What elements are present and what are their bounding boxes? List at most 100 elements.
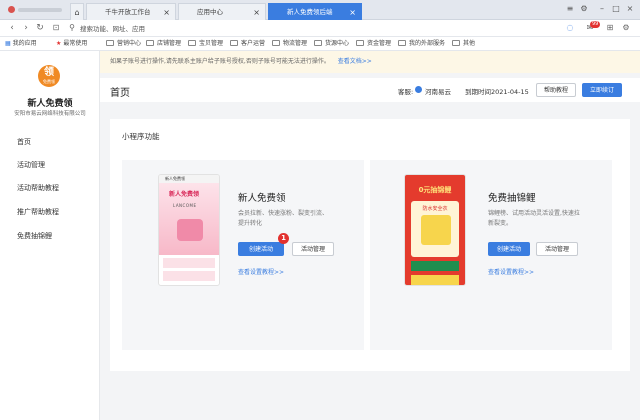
maximize-icon[interactable]: □ <box>610 2 622 16</box>
tab-label: 新人免费领后端 <box>287 8 333 16</box>
tab-label: 千牛开放工作台 <box>105 8 151 16</box>
step-badge: 1 <box>278 233 289 244</box>
bookmarks-bar: ▦ 我的应用 ★ 最常使用 营销中心 店铺管理 宝贝管理 客户运营 物流管理 货源中… <box>0 37 640 51</box>
settings-icon[interactable]: ⚙ <box>578 2 590 16</box>
notification-badge: 99 <box>590 21 601 28</box>
account-indicator[interactable] <box>8 5 66 15</box>
close-icon[interactable]: × <box>349 4 356 20</box>
menu-icon[interactable]: ≡ <box>564 2 576 16</box>
main-content: 如果子账号进行操作,请先联系主账户给子账号授权,否则子账号可能无法进行操作。 查… <box>100 51 640 420</box>
apps-icon[interactable]: ⊞ <box>604 22 616 34</box>
preview-brand: LANCOME <box>173 203 197 208</box>
view-setup-tutorial-link[interactable]: 查看设置教程>> <box>488 267 534 276</box>
panel-title: 小程序功能 <box>122 132 160 141</box>
bookmark-customers[interactable]: 客户运营 <box>230 39 265 49</box>
home-tab[interactable]: ⌂ <box>70 3 84 20</box>
folder-icon <box>398 40 406 46</box>
close-icon[interactable]: × <box>163 4 170 20</box>
company-name: 安阳市易云网络科技有限公司 <box>14 111 86 117</box>
folder-icon <box>272 40 280 46</box>
logo-subtext: 免费领 <box>43 79 55 84</box>
help-circle-icon[interactable]: ◌ <box>564 22 576 34</box>
settings-gear-icon[interactable]: ⚙ <box>620 22 632 34</box>
view-setup-tutorial-link[interactable]: 查看设置教程>> <box>238 267 284 276</box>
bookmark-other[interactable]: 其他 <box>452 39 475 49</box>
sidebar-item-koi-draw[interactable]: 免费抽锦鲤 <box>17 231 52 241</box>
minimize-icon[interactable]: – <box>596 2 608 16</box>
folder-icon <box>356 40 364 46</box>
product-image <box>177 219 203 241</box>
sidebar-item-activity-manage[interactable]: 活动管理 <box>17 160 45 170</box>
view-docs-link[interactable]: 查看文档>> <box>338 58 372 65</box>
preview-banner-title: 0元抽锦鲤 <box>418 186 452 194</box>
service-name[interactable]: 河南易云 <box>425 86 451 96</box>
sidebar-item-promo-help[interactable]: 推广帮助教程 <box>17 207 59 217</box>
bookmark-external[interactable]: 我的外部服务 <box>398 39 445 49</box>
avatar <box>8 6 15 13</box>
service-icon <box>415 86 422 93</box>
bookmark-my-apps[interactable]: ▦ 我的应用 <box>5 39 37 49</box>
address-bar: ‹ › ↻ ⊡ ⚲ 搜索功能、网址、应用 ◌ ✉ 99 ⊞ ⚙ <box>0 20 640 37</box>
sidebar: 领 免费领 新人免费领 安阳市易云网络科技有限公司 首页 活动管理 活动帮助教程… <box>0 51 100 420</box>
feature-panel: 小程序功能 新人免费领 新人免费领 LANCOME 新人免费领 会员拉新、快速涨… <box>110 119 630 371</box>
folder-icon <box>452 40 460 46</box>
phone-preview: 新人免费领 新人免费领 LANCOME <box>158 174 220 286</box>
preview-product-box: 防水安全衣 <box>411 201 459 257</box>
sidebar-item-home[interactable]: 首页 <box>17 137 31 147</box>
preview-banner: 新人免费领 LANCOME <box>159 183 219 255</box>
create-activity-button[interactable]: 创建活动 <box>238 242 284 256</box>
home-icon: ⌂ <box>74 8 80 17</box>
app-name: 新人免费领 <box>27 99 73 109</box>
refresh-icon[interactable]: ↻ <box>34 22 46 34</box>
search-icon: ⚲ <box>69 23 75 32</box>
sidebar-item-activity-help[interactable]: 活动帮助教程 <box>17 183 59 193</box>
preview-banner-title: 新人免费领 <box>169 191 200 198</box>
tab-app-center[interactable]: 应用中心 × <box>178 3 266 20</box>
page-title: 首页 <box>110 88 130 99</box>
back-icon[interactable]: ‹ <box>6 22 18 34</box>
tab-new-user-free[interactable]: 新人免费领后端 × <box>268 3 362 20</box>
extension-icon[interactable]: ⊡ <box>50 22 62 34</box>
bookmark-shop[interactable]: 店铺管理 <box>146 39 181 49</box>
preview-product-row <box>163 258 215 268</box>
bookmark-logistics[interactable]: 物流管理 <box>272 39 307 49</box>
close-icon[interactable]: × <box>253 4 260 20</box>
page-header: 首页 客服: 河南易云 到期时间2021-04-15 帮助教程 立即续订 <box>100 78 640 102</box>
folder-icon <box>230 40 238 46</box>
bookmark-items[interactable]: 宝贝管理 <box>188 39 223 49</box>
preview-bottom-row <box>411 261 459 271</box>
card-description: 锦鲤榜、试用活动灵活设置,快速拉新裂变。 <box>488 210 580 227</box>
tab-label: 应用中心 <box>197 8 223 16</box>
bookmark-sourcing[interactable]: 货源中心 <box>314 39 349 49</box>
product-image <box>421 215 451 245</box>
service-label: 客服: <box>398 88 414 96</box>
account-name-blurred <box>18 8 62 12</box>
folder-icon <box>146 40 154 46</box>
card-description: 会员拉新、快速涨粉、裂变引流、提升转化 <box>238 210 329 227</box>
renew-now-button[interactable]: 立即续订 <box>582 83 622 97</box>
card-title: 新人免费领 <box>238 193 286 204</box>
card-free-koi-draw: 0元抽锦鲤 防水安全衣 免费抽锦鲤 锦鲤榜、试用活动灵活设置,快速拉新裂变。 创… <box>370 160 612 350</box>
preview-product-row <box>163 271 215 281</box>
bookmark-funds[interactable]: 资金管理 <box>356 39 391 49</box>
app-logo: 领 免费领 <box>38 65 60 87</box>
activity-manage-button[interactable]: 活动管理 <box>292 242 334 256</box>
logo-text: 领 <box>44 67 54 78</box>
notice-text: 如果子账号进行操作,请先联系主账户给子账号授权,否则子账号可能无法进行操作。 <box>110 58 330 65</box>
preview-header: 新人免费领 <box>159 175 219 183</box>
search-input[interactable]: 搜索功能、网址、应用 <box>80 24 145 34</box>
folder-icon <box>314 40 322 46</box>
create-activity-button[interactable]: 创建活动 <box>488 242 530 256</box>
help-tutorial-button[interactable]: 帮助教程 <box>536 83 576 97</box>
card-new-user-free: 新人免费领 新人免费领 LANCOME 新人免费领 会员拉新、快速涨粉、裂变引流… <box>122 160 364 350</box>
apps-icon: ▦ <box>5 40 11 47</box>
forward-icon[interactable]: › <box>20 22 32 34</box>
card-title: 免费抽锦鲤 <box>488 193 536 204</box>
activity-manage-button[interactable]: 活动管理 <box>536 242 578 256</box>
bookmark-marketing[interactable]: 营销中心 <box>106 39 141 49</box>
close-window-icon[interactable]: × <box>624 2 636 16</box>
folder-icon <box>106 40 114 46</box>
tab-workbench[interactable]: 千牛开放工作台 × <box>86 3 176 20</box>
bookmark-frequent[interactable]: ★ 最常使用 <box>56 39 87 49</box>
preview-product-label: 防水安全衣 <box>422 206 448 212</box>
